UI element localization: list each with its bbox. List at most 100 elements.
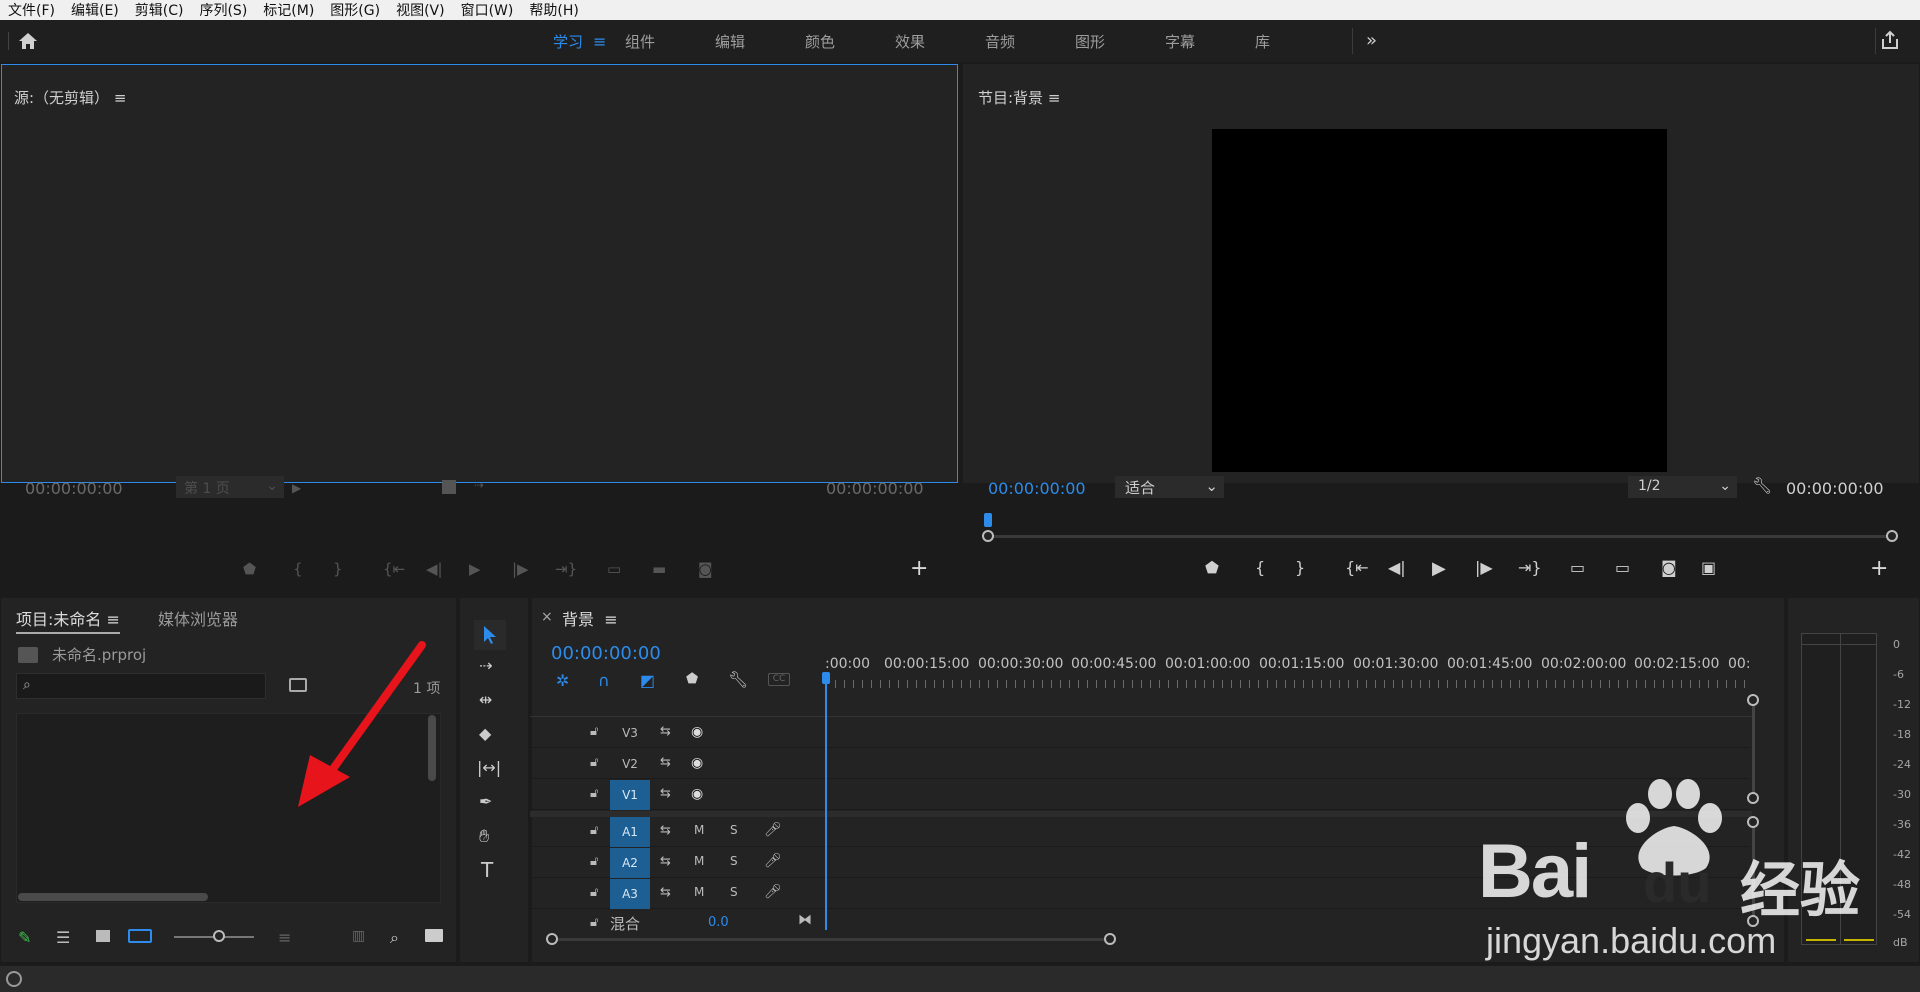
tab-project[interactable]: 项目:未命名 ≡ — [16, 606, 120, 634]
track-target-v1[interactable]: V1 — [610, 780, 650, 810]
source-timecode-current[interactable]: 00:00:00:00 — [25, 479, 123, 498]
lock-icon[interactable]: 🔓︎ — [590, 724, 598, 739]
close-tab-icon[interactable]: × — [541, 609, 553, 625]
go-to-in-icon[interactable]: {⇤ — [383, 560, 405, 578]
sync-lock-icon[interactable]: ⇆ — [660, 724, 671, 739]
horizontal-scrollbar[interactable] — [18, 893, 208, 901]
resolution-select[interactable]: 1/2 ⌄ — [1628, 476, 1737, 498]
lock-icon[interactable]: 🔓︎ — [590, 854, 598, 869]
lock-icon[interactable]: 🔓︎ — [590, 786, 598, 801]
source-timecode-duration[interactable]: 00:00:00:00 — [826, 479, 924, 498]
zoom-handle-left[interactable] — [546, 933, 558, 945]
mark-out-icon[interactable]: } — [333, 560, 343, 578]
timeline-timecode[interactable]: 00:00:00:00 — [551, 643, 661, 664]
timeline-zoom-bar[interactable] — [552, 938, 1112, 941]
eye-icon[interactable]: ◉ — [691, 786, 703, 802]
automate-icon[interactable]: ▥ — [352, 928, 365, 944]
new-bin-icon[interactable] — [425, 929, 443, 942]
project-search-input[interactable]: ⌕ — [16, 673, 266, 699]
camera-icon[interactable]: ◙ — [698, 560, 713, 578]
snap-magnet-icon[interactable]: ∩ — [598, 671, 610, 690]
razor-tool-icon[interactable]: ◆ — [479, 724, 491, 743]
linked-selection-icon[interactable]: ◩ — [640, 671, 655, 690]
menu-marker[interactable]: 标记(M) — [263, 0, 314, 20]
tab-learning[interactable]: 学习 — [553, 31, 593, 52]
sequence-tab[interactable]: 背景 ≡ — [562, 606, 618, 630]
track-row-v3[interactable] — [530, 718, 1750, 748]
track-row-a3[interactable] — [530, 879, 1750, 909]
source-page-select[interactable]: 第 1 页 ⌄ — [176, 476, 284, 498]
menu-view[interactable]: 视图(V) — [396, 0, 445, 20]
menu-edit[interactable]: 编辑(E) — [71, 0, 119, 20]
sort-icon[interactable]: ≡ — [278, 928, 291, 947]
microphone-icon[interactable]: 🎤︎ — [764, 884, 782, 900]
add-button-icon[interactable]: + — [1870, 556, 1888, 581]
track-target-a3[interactable]: A3 — [610, 879, 650, 909]
menu-clip[interactable]: 剪辑(C) — [135, 0, 184, 20]
timeline-settings-wrench-icon[interactable]: 🔧︎ — [728, 670, 748, 689]
tab-editing[interactable]: 编辑 — [715, 31, 805, 52]
add-marker-icon[interactable]: ⬟ — [1205, 558, 1219, 577]
tab-media-browser[interactable]: 媒体浏览器 — [158, 606, 238, 630]
extract-icon[interactable]: ▭ — [1615, 558, 1630, 577]
panel-menu-icon[interactable]: ≡ — [604, 610, 617, 629]
pen-tool-icon[interactable]: ✒ — [479, 792, 492, 811]
tab-audio[interactable]: 音频 — [985, 31, 1075, 52]
wrench-settings-icon[interactable]: 🔧︎ — [1752, 476, 1772, 495]
microphone-icon[interactable]: 🎤︎ — [764, 822, 782, 838]
add-marker-icon[interactable]: ⬟ — [243, 560, 256, 578]
zoom-handle-left[interactable] — [982, 530, 994, 542]
type-tool-icon[interactable]: T — [481, 858, 493, 882]
solo-button[interactable]: S — [730, 854, 738, 868]
more-workspaces-icon[interactable]: » — [1366, 30, 1377, 51]
go-to-out-icon[interactable]: ⇥} — [1518, 558, 1542, 577]
mix-volume-value[interactable]: 0.0 — [708, 915, 729, 930]
panel-menu-icon[interactable]: ≡ — [114, 89, 127, 107]
selection-tool-icon[interactable] — [474, 620, 506, 650]
lock-icon[interactable]: 🔓︎ — [590, 885, 598, 900]
tab-effects[interactable]: 效果 — [895, 31, 985, 52]
menu-graphics[interactable]: 图形(G) — [330, 0, 380, 20]
icon-view-icon[interactable] — [96, 930, 110, 942]
track-target-a2[interactable]: A2 — [610, 848, 650, 878]
program-playhead[interactable] — [984, 513, 992, 527]
sync-lock-icon[interactable]: ⇆ — [660, 885, 671, 900]
program-monitor-title[interactable]: 节目:背景 ≡ — [978, 87, 1060, 108]
step-back-icon[interactable]: ◀| — [426, 560, 443, 578]
program-video-frame[interactable] — [1212, 129, 1667, 472]
zoom-handle-right[interactable] — [1886, 530, 1898, 542]
scroll-handle[interactable] — [1747, 915, 1759, 927]
tab-color[interactable]: 颜色 — [805, 31, 895, 52]
home-icon[interactable] — [18, 32, 38, 50]
tab-assembly[interactable]: 组件 — [625, 31, 715, 52]
drag-audio-icon[interactable]: ⇢ — [474, 478, 484, 492]
track-target-a1[interactable]: A1 — [610, 817, 650, 847]
tab-captions[interactable]: 字幕 — [1165, 31, 1255, 52]
mark-in-icon[interactable]: { — [293, 560, 303, 578]
source-monitor-title[interactable]: 源:（无剪辑） ≡ — [14, 87, 126, 108]
track-row-v2[interactable] — [530, 749, 1750, 779]
list-view-icon[interactable]: ☰ — [56, 928, 70, 947]
lock-icon[interactable]: 🔓︎ — [590, 915, 598, 930]
sync-lock-icon[interactable]: ⇆ — [660, 823, 671, 838]
step-back-icon[interactable]: ◀| — [1388, 558, 1406, 577]
eye-icon[interactable]: ◉ — [691, 755, 703, 771]
hand-tool-icon[interactable]: ✋︎ — [479, 826, 489, 847]
mute-button[interactable]: M — [694, 823, 704, 837]
zoom-handle-right[interactable] — [1104, 933, 1116, 945]
scroll-handle[interactable] — [1747, 694, 1759, 706]
audio-vertical-scroll[interactable] — [1752, 822, 1755, 922]
compare-icon[interactable]: ▣ — [1701, 558, 1716, 577]
find-icon[interactable]: ⌕ — [390, 928, 399, 948]
captions-cc-icon[interactable]: CC — [768, 673, 790, 686]
menu-help[interactable]: 帮助(H) — [529, 0, 578, 20]
tab-graphics[interactable]: 图形 — [1075, 31, 1165, 52]
track-row-a2[interactable] — [530, 848, 1750, 878]
zoom-slider-handle[interactable] — [213, 930, 225, 942]
slip-tool-icon[interactable]: |↔| — [477, 758, 501, 777]
square-icon[interactable] — [442, 480, 456, 494]
program-timecode-duration[interactable]: 00:00:00:00 — [1786, 479, 1884, 498]
go-to-edit-point-icon[interactable]: ⧓ — [798, 912, 812, 928]
solo-button[interactable]: S — [730, 823, 738, 837]
mark-out-icon[interactable]: } — [1295, 558, 1305, 577]
